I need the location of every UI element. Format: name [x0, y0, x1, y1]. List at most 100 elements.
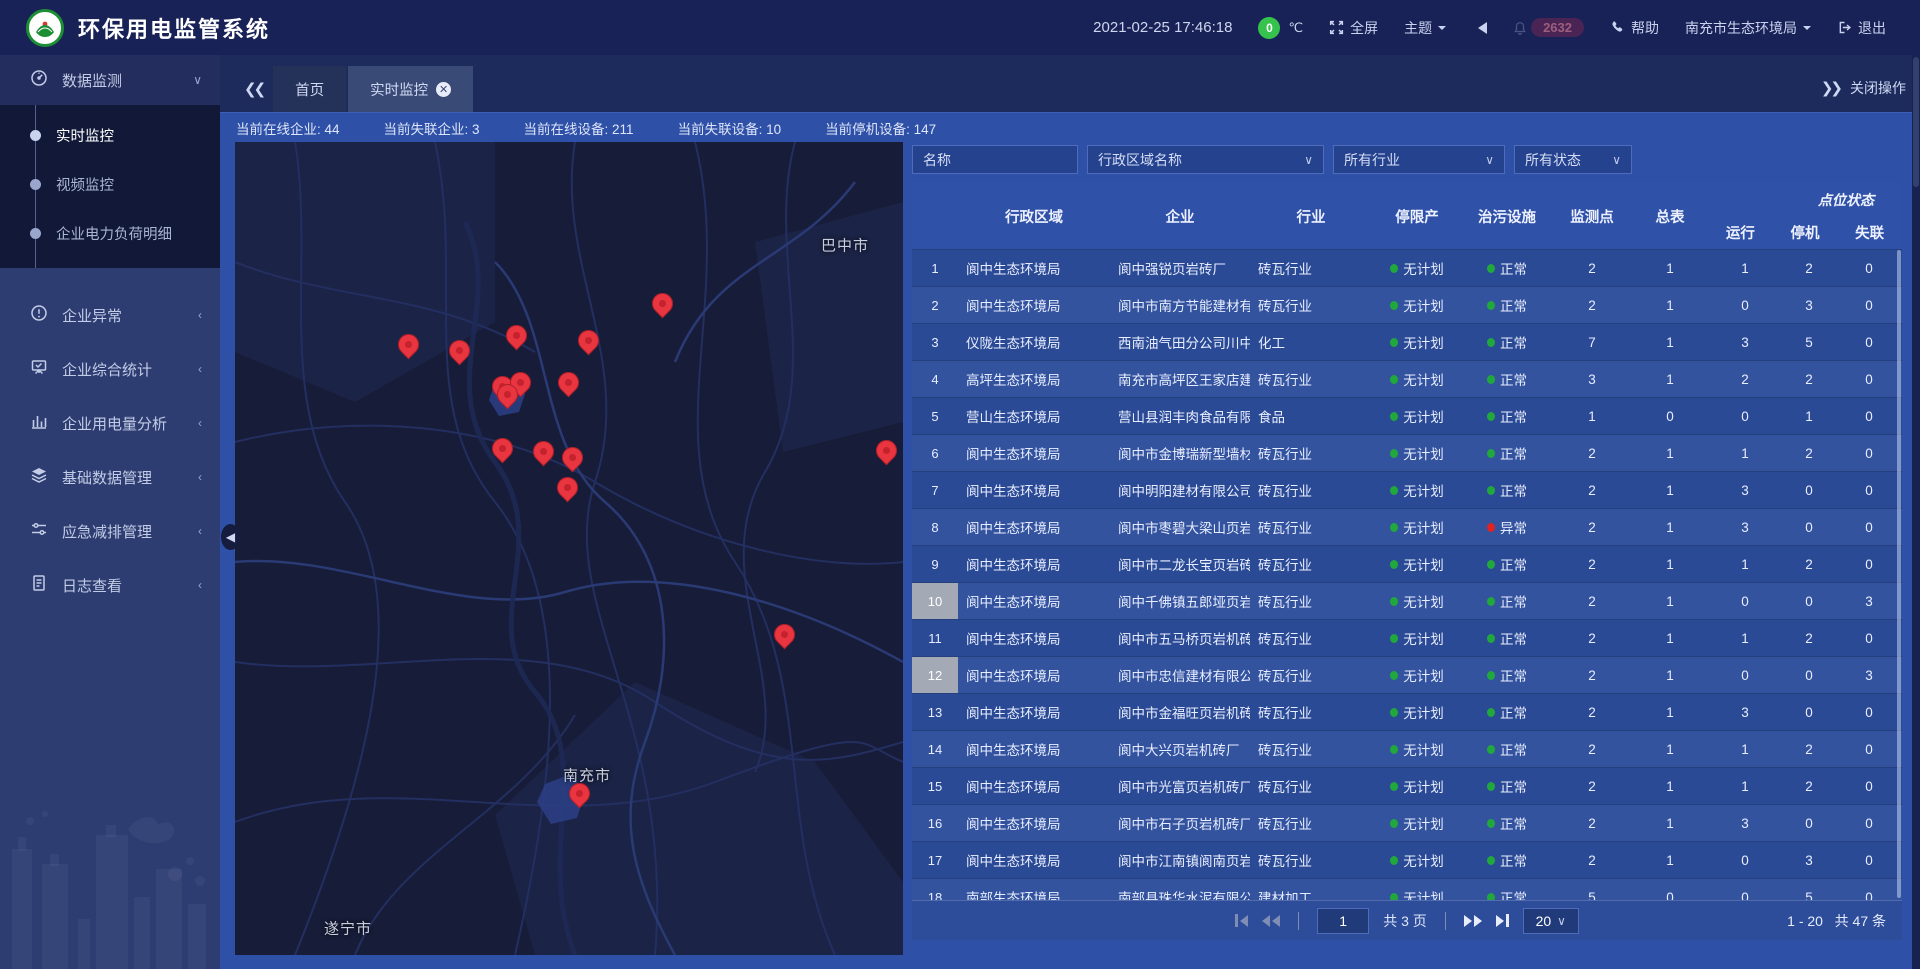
bullet-icon	[30, 179, 41, 190]
table-row[interactable]: 9 阆中生态环境局 阆中市二龙长宝页岩砖 砖瓦行业 无计划 正常 2 1 1 2…	[912, 546, 1902, 583]
table-row[interactable]: 18 南部生态环境局 南部县珠华水泥有限公 建材加工 无计划 正常 5 0 0 …	[912, 879, 1902, 900]
table-row[interactable]: 5 营山生态环境局 营山县润丰肉食品有限 食品 无计划 正常 1 0 0 1 0	[912, 398, 1902, 435]
table-row[interactable]: 2 阆中生态环境局 阆中市南方节能建材有 砖瓦行业 无计划 正常 2 1 0 3…	[912, 287, 1902, 324]
sidebar-item-视频监控[interactable]: 视频监控	[0, 160, 220, 209]
cell-company: 阆中市南方节能建材有	[1110, 287, 1250, 323]
cell-meter: 1	[1632, 250, 1708, 286]
range-label: 1 - 20	[1787, 913, 1823, 929]
cell-points: 2	[1552, 546, 1632, 582]
region-select[interactable]: 行政区域名称 ∨	[1087, 145, 1324, 174]
help-button[interactable]: 帮助	[1610, 18, 1659, 38]
close-icon[interactable]: ✕	[436, 82, 451, 97]
cell-facility: 正常	[1462, 250, 1552, 286]
tabs-scroll-right-button[interactable]: ❯❯	[1821, 79, 1840, 97]
cell-facility: 正常	[1462, 472, 1552, 508]
cell-points: 2	[1552, 435, 1632, 471]
cell-limit: 无计划	[1372, 879, 1462, 900]
map-roads	[235, 142, 903, 955]
fullscreen-button[interactable]: 全屏	[1329, 18, 1378, 38]
sidebar-item-企业电力负荷明细[interactable]: 企业电力负荷明细	[0, 209, 220, 258]
chevron-down-icon: ∨	[1557, 914, 1566, 928]
table-row[interactable]: 13 阆中生态环境局 阆中市金福旺页岩机砖 砖瓦行业 无计划 正常 2 1 3 …	[912, 694, 1902, 731]
table-row[interactable]: 7 阆中生态环境局 阆中明阳建材有限公司 砖瓦行业 无计划 正常 2 1 3 0…	[912, 472, 1902, 509]
cell-region: 阆中生态环境局	[958, 583, 1110, 619]
notification-button[interactable]: 2632	[1513, 18, 1584, 37]
table-row[interactable]: 10 阆中生态环境局 阆中千佛镇五郎垭页岩 砖瓦行业 无计划 正常 2 1 0 …	[912, 583, 1902, 620]
tab-实时监控[interactable]: 实时监控✕	[348, 66, 473, 112]
sidebar-collapse-button[interactable]: ◀	[221, 524, 240, 550]
cell-run: 1	[1708, 435, 1782, 471]
sidebar-item-日志查看[interactable]: 日志查看 ‹	[0, 558, 220, 612]
cell-lost: 0	[1836, 768, 1902, 804]
table-row[interactable]: 4 高坪生态环境局 南充市高坪区王家店建 砖瓦行业 无计划 正常 3 1 2 2…	[912, 361, 1902, 398]
cell-points: 2	[1552, 694, 1632, 730]
sidebar-item-企业异常[interactable]: 企业异常 ‹	[0, 288, 220, 342]
cell-run: 0	[1708, 398, 1782, 434]
sidebar-item-实时监控[interactable]: 实时监控	[0, 111, 220, 160]
last-page-button[interactable]	[1496, 914, 1509, 927]
cell-facility: 正常	[1462, 657, 1552, 693]
sidebar-item-企业用电量分析[interactable]: 企业用电量分析 ‹	[0, 396, 220, 450]
phone-icon	[1610, 20, 1625, 35]
table-row[interactable]: 11 阆中生态环境局 阆中市五马桥页岩机砖 砖瓦行业 无计划 正常 2 1 1 …	[912, 620, 1902, 657]
prev-page-button[interactable]	[1262, 915, 1280, 927]
table-row[interactable]: 3 仪陇生态环境局 西南油气田分公司川中 化工 无计划 正常 7 1 3 5 0	[912, 324, 1902, 361]
map-panel[interactable]: 巴中市南充市遂宁市	[235, 142, 903, 955]
theme-dropdown[interactable]: 主题	[1404, 18, 1446, 38]
chevron-left-icon: ‹	[198, 416, 202, 430]
cell-lost: 0	[1836, 546, 1902, 582]
cell-lost: 0	[1836, 287, 1902, 323]
name-search-input[interactable]: 名称	[912, 145, 1078, 174]
cell-facility: 正常	[1462, 620, 1552, 656]
row-index: 12	[912, 657, 958, 693]
status-ok-icon	[1487, 745, 1495, 754]
table-row[interactable]: 16 阆中生态环境局 阆中市石子页岩机砖厂 砖瓦行业 无计划 正常 2 1 3 …	[912, 805, 1902, 842]
cell-meter: 1	[1632, 842, 1708, 878]
col-lost: 失联	[1837, 222, 1902, 243]
page-size-select[interactable]: 20 ∨	[1523, 908, 1579, 934]
row-index: 18	[912, 879, 958, 900]
first-page-button[interactable]	[1235, 914, 1248, 927]
table-row[interactable]: 12 阆中生态环境局 阆中市忠信建材有限公 砖瓦行业 无计划 正常 2 1 0 …	[912, 657, 1902, 694]
cell-run: 0	[1708, 287, 1782, 323]
cell-points: 2	[1552, 250, 1632, 286]
page-number-input[interactable]: 1	[1317, 908, 1369, 934]
industry-select[interactable]: 所有行业 ∨	[1333, 145, 1505, 174]
cell-limit: 无计划	[1372, 398, 1462, 434]
table-row[interactable]: 14 阆中生态环境局 阆中大兴页岩机砖厂 砖瓦行业 无计划 正常 2 1 1 2…	[912, 731, 1902, 768]
table-row[interactable]: 8 阆中生态环境局 阆中市枣碧大梁山页岩 砖瓦行业 无计划 异常 2 1 3 0…	[912, 509, 1902, 546]
sidebar-item-基础数据管理[interactable]: 基础数据管理 ‹	[0, 450, 220, 504]
cell-halt: 0	[1782, 583, 1836, 619]
org-dropdown[interactable]: 南充市生态环境局	[1685, 18, 1811, 38]
tabs-scroll-left-button[interactable]: ❮❮	[244, 80, 263, 98]
cell-halt: 2	[1782, 361, 1836, 397]
sidebar-item-企业综合统计[interactable]: 企业综合统计 ‹	[0, 342, 220, 396]
table-scrollbar[interactable]	[1897, 250, 1901, 898]
table-row[interactable]: 6 阆中生态环境局 阆中市金博瑞新型墙材 砖瓦行业 无计划 正常 2 1 1 2…	[912, 435, 1902, 472]
cell-industry: 食品	[1250, 398, 1372, 434]
sidebar-group-数据监测[interactable]: 数据监测 ∨	[0, 55, 220, 105]
fullscreen-icon	[1329, 20, 1344, 35]
table-row[interactable]: 1 阆中生态环境局 阆中强锐页岩砖厂 砖瓦行业 无计划 正常 2 1 1 2 0	[912, 250, 1902, 287]
status-ok-icon	[1487, 560, 1495, 569]
status-ok-icon	[1390, 560, 1398, 569]
page-scrollbar[interactable]	[1912, 55, 1920, 969]
table-row[interactable]: 15 阆中生态环境局 阆中市光富页岩机砖厂 砖瓦行业 无计划 正常 2 1 1 …	[912, 768, 1902, 805]
tab-首页[interactable]: 首页	[273, 66, 346, 112]
cell-region: 阆中生态环境局	[958, 805, 1110, 841]
cell-region: 阆中生态环境局	[958, 287, 1110, 323]
next-page-button[interactable]	[1464, 915, 1482, 927]
cell-meter: 1	[1632, 731, 1708, 767]
close-operations-button[interactable]: 关闭操作	[1850, 78, 1906, 98]
mute-button[interactable]	[1472, 22, 1487, 34]
cell-company: 阆中市江南镇阆南页岩	[1110, 842, 1250, 878]
table-row[interactable]: 17 阆中生态环境局 阆中市江南镇阆南页岩 砖瓦行业 无计划 正常 2 1 0 …	[912, 842, 1902, 879]
sidebar-item-应急减排管理[interactable]: 应急减排管理 ‹	[0, 504, 220, 558]
table-header: 行政区域 企业 行业 停限产 治污设施 监测点 总表 点位状态 运行 停机 失联	[912, 182, 1902, 250]
logout-button[interactable]: 退出	[1837, 18, 1886, 38]
cell-halt: 5	[1782, 324, 1836, 360]
cell-region: 阆中生态环境局	[958, 435, 1110, 471]
status-select[interactable]: 所有状态 ∨	[1514, 145, 1632, 174]
cell-lost: 0	[1836, 509, 1902, 545]
cell-facility: 正常	[1462, 324, 1552, 360]
